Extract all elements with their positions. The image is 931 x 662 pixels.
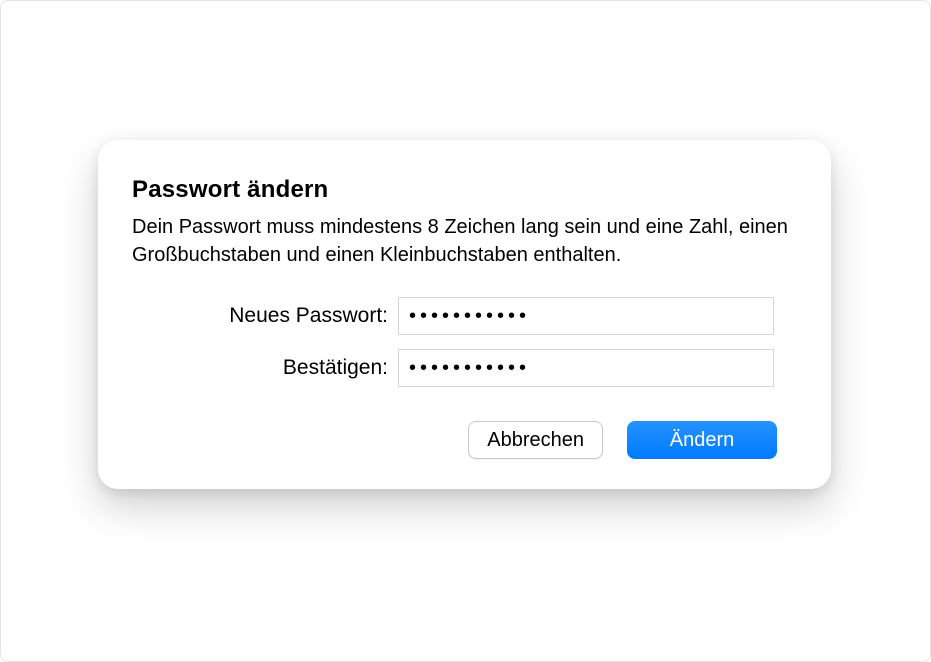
cancel-button[interactable]: Abbrechen	[468, 421, 603, 459]
new-password-row: Neues Passwort:	[132, 297, 797, 335]
dialog-title: Passwort ändern	[132, 176, 797, 204]
submit-button[interactable]: Ändern	[627, 421, 777, 459]
dialog-description: Dein Passwort muss mindestens 8 Zeichen …	[132, 214, 797, 269]
button-row: Abbrechen Ändern	[132, 421, 797, 459]
confirm-password-row: Bestätigen:	[132, 349, 797, 387]
confirm-password-input[interactable]	[398, 349, 774, 387]
new-password-label: Neues Passwort:	[132, 304, 398, 328]
confirm-password-label: Bestätigen:	[132, 356, 398, 380]
new-password-input[interactable]	[398, 297, 774, 335]
change-password-dialog: Passwort ändern Dein Passwort muss minde…	[98, 140, 831, 489]
